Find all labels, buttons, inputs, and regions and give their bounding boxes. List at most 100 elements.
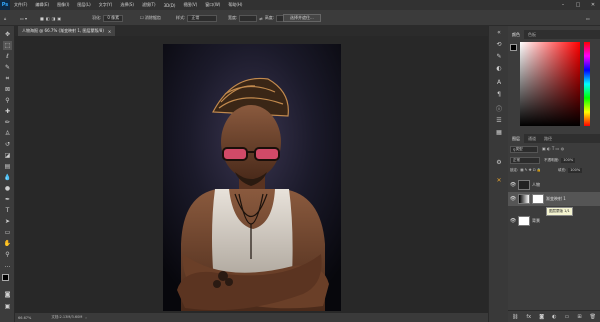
workspace-icon[interactable]: ▭ bbox=[586, 14, 590, 22]
color-panel-tabs: 颜色 色板 bbox=[508, 30, 600, 39]
visibility-eye-icon[interactable]: 👁 bbox=[508, 218, 518, 224]
lock-icons[interactable]: ▦ ✎ ✥ ⊡ 🔒 bbox=[520, 168, 541, 173]
select-and-mask-button[interactable]: 选择并遮住... bbox=[283, 14, 321, 22]
panel-foreground-swatch[interactable] bbox=[510, 44, 517, 51]
delete-layer-icon[interactable]: 🗑 bbox=[590, 314, 596, 320]
channels-panel-icon[interactable]: ⚙ bbox=[494, 158, 504, 167]
style-select[interactable]: 正常 bbox=[187, 14, 218, 22]
foreground-color-swatch[interactable] bbox=[2, 274, 9, 281]
close-window-button[interactable]: ✕ bbox=[586, 0, 600, 10]
maximize-button[interactable]: □ bbox=[571, 0, 585, 10]
libraries-panel-icon[interactable]: ▦ bbox=[494, 128, 504, 137]
anti-alias-checkbox[interactable]: ☐ 消除锯齿 bbox=[140, 14, 161, 22]
eyedropper-tool-icon[interactable]: ⚲ bbox=[3, 96, 12, 105]
minimize-button[interactable]: – bbox=[556, 0, 570, 10]
frame-tool-icon[interactable]: ⊠ bbox=[3, 85, 12, 94]
blur-tool-icon[interactable]: 💧 bbox=[3, 173, 12, 182]
menu-layer[interactable]: 图层(L) bbox=[73, 2, 94, 8]
adjustment-layer-icon[interactable]: ◐ bbox=[552, 314, 556, 320]
hand-tool-icon[interactable]: ✋ bbox=[3, 239, 12, 248]
path-selection-tool-icon[interactable]: ➤ bbox=[3, 217, 12, 226]
add-selection-icon[interactable]: ◧ bbox=[46, 16, 50, 21]
canvas-area[interactable] bbox=[15, 36, 488, 313]
width-input[interactable] bbox=[239, 14, 258, 22]
opacity-input[interactable]: 100% bbox=[561, 158, 576, 163]
menu-select[interactable]: 选择(S) bbox=[116, 2, 138, 8]
layer-row[interactable]: 👁 人物 bbox=[508, 178, 600, 192]
close-tab-icon[interactable]: × bbox=[108, 29, 111, 34]
swap-icon[interactable]: ⇄ bbox=[259, 16, 262, 21]
document-info[interactable]: 文档:2.13M/3.60M bbox=[51, 315, 82, 320]
quick-mask-icon[interactable]: ◙ bbox=[3, 290, 12, 299]
menu-edit[interactable]: 编辑(E) bbox=[31, 2, 53, 8]
menu-image[interactable]: 图像(I) bbox=[53, 2, 73, 8]
new-selection-icon[interactable]: ■ bbox=[40, 16, 44, 21]
intersect-selection-icon[interactable]: ▣ bbox=[57, 16, 61, 21]
tab-channels[interactable]: 通道 bbox=[524, 134, 540, 143]
healing-brush-tool-icon[interactable]: ✚ bbox=[3, 107, 12, 116]
info-panel-icon[interactable]: ⓘ bbox=[494, 104, 504, 113]
lasso-tool-icon[interactable]: ℓ bbox=[3, 52, 12, 61]
menu-view[interactable]: 视图(V) bbox=[179, 2, 201, 8]
tab-color[interactable]: 颜色 bbox=[508, 30, 524, 39]
collapse-arrows-icon[interactable]: « bbox=[494, 28, 504, 37]
crop-tool-icon[interactable]: ⌗ bbox=[3, 74, 12, 83]
zoom-tool-icon[interactable]: ⚲ bbox=[3, 250, 12, 259]
blend-mode-select[interactable]: 正常 bbox=[510, 157, 540, 164]
history-brush-tool-icon[interactable]: ↺ bbox=[3, 140, 12, 149]
type-tool-icon[interactable]: T bbox=[3, 206, 12, 215]
marquee-tool-preset-icon[interactable]: ▭ ▾ bbox=[20, 14, 27, 22]
layer-filter-icons[interactable]: ▣ ◐ T ▭ ◍ bbox=[542, 146, 564, 151]
subtract-selection-icon[interactable]: ◨ bbox=[52, 16, 56, 21]
layer-style-icon[interactable]: fx bbox=[526, 314, 531, 320]
gradient-tool-icon[interactable]: ▤ bbox=[3, 162, 12, 171]
fill-input[interactable]: 100% bbox=[568, 168, 583, 173]
feather-input[interactable]: 0 像素 bbox=[103, 14, 124, 22]
tab-swatches[interactable]: 色板 bbox=[524, 30, 540, 39]
add-mask-icon[interactable]: ◙ bbox=[539, 314, 544, 320]
eraser-tool-icon[interactable]: ◪ bbox=[3, 151, 12, 160]
menu-window[interactable]: 窗口(W) bbox=[201, 2, 224, 8]
screen-mode-icon[interactable]: ▣ bbox=[3, 302, 12, 311]
hue-slider[interactable] bbox=[584, 42, 590, 126]
history-panel-icon[interactable]: ⟲ bbox=[494, 40, 504, 49]
rectangle-tool-icon[interactable]: ▭ bbox=[3, 228, 12, 237]
properties-panel-icon[interactable]: ☰ bbox=[494, 116, 504, 125]
link-layers-icon[interactable]: ⛓ bbox=[512, 314, 518, 320]
menu-type[interactable]: 文字(Y) bbox=[95, 2, 117, 8]
quick-select-tool-icon[interactable]: ✎ bbox=[3, 63, 12, 72]
new-layer-icon[interactable]: ⊞ bbox=[577, 314, 581, 320]
zoom-level[interactable]: 66.67% bbox=[18, 316, 31, 320]
menu-help[interactable]: 帮助(H) bbox=[224, 2, 246, 8]
color-picker-field[interactable] bbox=[520, 42, 580, 126]
marquee-tool-icon[interactable]: ⬚ bbox=[3, 41, 12, 50]
layer-filter-select[interactable]: ⚲ 类型 bbox=[510, 146, 538, 153]
brush-tool-icon[interactable]: ✏ bbox=[3, 118, 12, 127]
menu-file[interactable]: 文件(F) bbox=[10, 2, 31, 8]
visibility-eye-icon[interactable]: 👁 bbox=[508, 182, 518, 188]
new-group-icon[interactable]: ▭ bbox=[565, 314, 570, 320]
layer-row-selected[interactable]: 👁 渐变映射 1 bbox=[508, 192, 600, 206]
home-icon[interactable]: ⌂ bbox=[4, 14, 7, 22]
paragraph-panel-icon[interactable]: ¶ bbox=[494, 90, 504, 99]
tab-paths[interactable]: 路径 bbox=[540, 134, 556, 143]
status-arrow-icon[interactable]: › bbox=[85, 316, 86, 320]
menu-3d[interactable]: 3D(D) bbox=[160, 3, 180, 8]
adjustments-panel-icon[interactable]: ◐ bbox=[494, 64, 504, 73]
tools-crossed-icon[interactable]: ✕ bbox=[494, 176, 504, 185]
brush-settings-icon[interactable]: ✎ bbox=[494, 52, 504, 61]
tab-layers[interactable]: 图层 bbox=[508, 134, 524, 143]
more-tools-icon[interactable]: … bbox=[3, 261, 12, 270]
move-tool-icon[interactable]: ✥ bbox=[3, 30, 12, 39]
layer-mask-thumbnail[interactable] bbox=[532, 194, 544, 204]
character-panel-icon[interactable]: A bbox=[494, 78, 504, 87]
layer-row[interactable]: 👁 背景 bbox=[508, 214, 600, 228]
dodge-tool-icon[interactable]: ● bbox=[3, 184, 12, 193]
document-tab[interactable]: 人物海报 @ 66.7% (渐变映射 1, 图层蒙版/8) × bbox=[18, 26, 116, 36]
portrait-photo[interactable] bbox=[163, 44, 341, 311]
menu-filter[interactable]: 滤镜(T) bbox=[138, 2, 160, 8]
clone-stamp-tool-icon[interactable]: ♙ bbox=[3, 129, 12, 138]
visibility-eye-icon[interactable]: 👁 bbox=[508, 196, 518, 202]
layers-panel-tabs: 图层 通道 路径 bbox=[508, 134, 600, 143]
pen-tool-icon[interactable]: ✒ bbox=[3, 195, 12, 204]
